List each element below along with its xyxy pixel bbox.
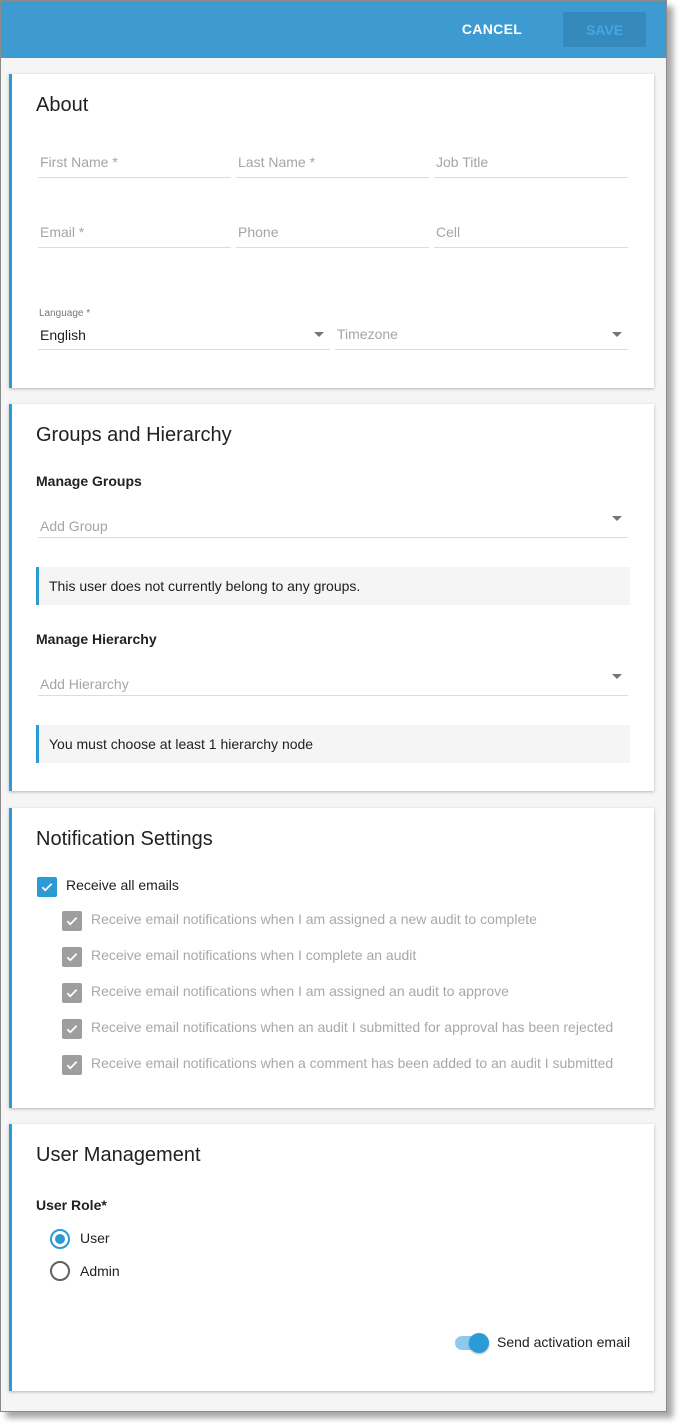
chevron-down-icon	[612, 674, 622, 679]
chevron-down-icon	[314, 332, 324, 337]
phone-placeholder: Phone	[238, 224, 279, 240]
role-user-radio[interactable]	[50, 1229, 70, 1249]
notify-assigned-checkbox[interactable]	[62, 911, 82, 931]
receive-all-checkbox[interactable]	[37, 877, 57, 897]
groups-info-text: This user does not currently belong to a…	[49, 578, 361, 594]
notify-rejected-label: Receive email notifications when an audi…	[91, 1019, 614, 1035]
checkmark-icon	[66, 1025, 78, 1034]
top-action-bar: CANCEL SAVE	[1, 1, 666, 58]
add-group-placeholder: Add Group	[40, 518, 108, 534]
user-management-card: User Management User Role* User Admin Se…	[9, 1124, 654, 1391]
checkmark-icon	[66, 953, 78, 962]
role-admin-radio[interactable]	[50, 1261, 70, 1281]
user-management-title: User Management	[36, 1144, 201, 1166]
about-title: About	[36, 94, 89, 116]
toggle-thumb	[469, 1333, 489, 1353]
user-form-window: CANCEL SAVE About First Name * Last Name…	[0, 0, 667, 1412]
email-field[interactable]: Email *	[38, 216, 231, 248]
chevron-down-icon	[612, 332, 622, 337]
notification-settings-card: Notification Settings Receive all emails…	[9, 808, 654, 1108]
about-card: About First Name * Last Name * Job Title…	[9, 74, 654, 388]
manage-groups-heading: Manage Groups	[36, 473, 142, 489]
timezone-select[interactable]: Timezone	[335, 318, 628, 350]
receive-all-label: Receive all emails	[66, 877, 179, 893]
timezone-placeholder: Timezone	[337, 326, 398, 342]
manage-hierarchy-heading: Manage Hierarchy	[36, 631, 157, 647]
checkmark-icon	[66, 1061, 78, 1070]
notify-comment-label: Receive email notifications when a comme…	[91, 1055, 614, 1071]
cancel-button[interactable]: CANCEL	[449, 13, 535, 45]
hierarchy-info-box: You must choose at least 1 hierarchy nod…	[36, 725, 630, 763]
language-value: English	[40, 327, 86, 343]
checkmark-icon	[66, 989, 78, 998]
email-placeholder: Email *	[40, 224, 85, 240]
groups-title: Groups and Hierarchy	[36, 424, 232, 446]
notify-approve-label: Receive email notifications when I am as…	[91, 983, 509, 999]
checkmark-icon	[66, 917, 78, 926]
chevron-down-icon	[612, 516, 622, 521]
notifications-title: Notification Settings	[36, 828, 213, 850]
add-group-select[interactable]: Add Group	[38, 506, 628, 538]
add-hierarchy-placeholder: Add Hierarchy	[40, 676, 129, 692]
cell-field[interactable]: Cell	[434, 216, 628, 248]
groups-hierarchy-card: Groups and Hierarchy Manage Groups Add G…	[9, 404, 654, 791]
notify-complete-checkbox[interactable]	[62, 947, 82, 967]
send-activation-label: Send activation email	[497, 1334, 631, 1350]
save-button[interactable]: SAVE	[563, 12, 646, 47]
phone-field[interactable]: Phone	[236, 216, 429, 248]
first-name-placeholder: First Name *	[40, 154, 118, 170]
checkmark-icon	[41, 883, 53, 892]
cell-placeholder: Cell	[436, 224, 461, 240]
hierarchy-info-text: You must choose at least 1 hierarchy nod…	[49, 736, 314, 752]
notify-complete-label: Receive email notifications when I compl…	[91, 947, 417, 963]
send-activation-toggle[interactable]	[453, 1332, 493, 1354]
notify-rejected-checkbox[interactable]	[62, 1019, 82, 1039]
language-select[interactable]: English	[38, 318, 330, 350]
add-hierarchy-select[interactable]: Add Hierarchy	[38, 664, 628, 696]
notify-approve-checkbox[interactable]	[62, 983, 82, 1003]
notify-comment-checkbox[interactable]	[62, 1055, 82, 1075]
last-name-field[interactable]: Last Name *	[236, 146, 429, 178]
last-name-placeholder: Last Name *	[238, 154, 316, 170]
job-title-field[interactable]: Job Title	[434, 146, 628, 178]
role-user-label: User	[80, 1230, 110, 1246]
first-name-field[interactable]: First Name *	[38, 146, 231, 178]
notify-assigned-label: Receive email notifications when I am as…	[91, 911, 537, 927]
user-role-heading: User Role*	[36, 1197, 107, 1213]
groups-info-box: This user does not currently belong to a…	[36, 567, 630, 605]
role-admin-label: Admin	[80, 1263, 120, 1279]
job-title-placeholder: Job Title	[436, 154, 489, 170]
